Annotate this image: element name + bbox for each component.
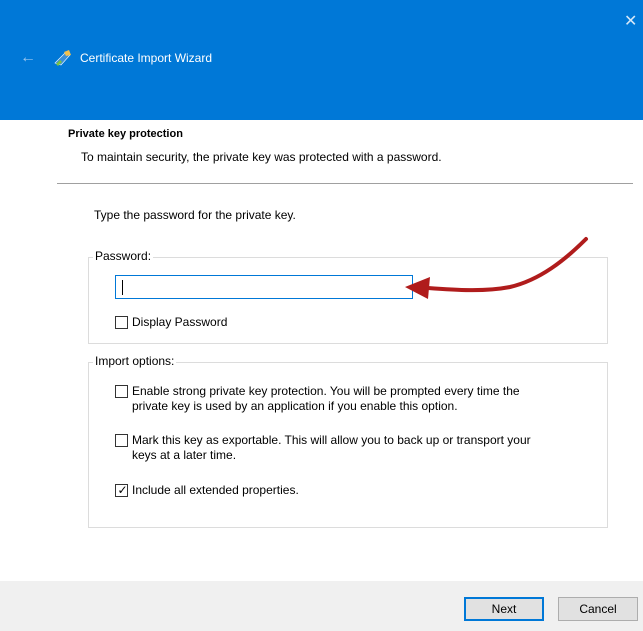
red-annotation-arrow (405, 237, 588, 299)
next-button[interactable]: Next (464, 597, 544, 621)
display-password-label: Display Password (132, 315, 228, 329)
extended-properties-checkbox[interactable]: ✓ (115, 483, 128, 497)
password-instruction: Type the password for the private key. (94, 208, 296, 222)
password-input[interactable] (115, 275, 413, 299)
certificate-wizard-icon (54, 50, 71, 66)
exportable-label-line2: keys at a later time. (132, 448, 237, 462)
import-options-legend: Import options: (93, 354, 177, 368)
header-divider (57, 183, 633, 184)
footer-bar (0, 581, 643, 631)
page-heading: Private key protection (68, 128, 183, 140)
strong-protection-label-line2: private key is used by an application if… (132, 399, 458, 413)
exportable-checkbox[interactable] (115, 434, 128, 447)
checkmark-icon: ✓ (117, 483, 128, 497)
display-password-checkbox[interactable] (115, 316, 128, 329)
strong-protection-label-line1: Enable strong private key protection. Yo… (132, 384, 520, 398)
cancel-button[interactable]: Cancel (558, 597, 638, 621)
strong-protection-checkbox[interactable] (115, 385, 128, 398)
window-title: Certificate Import Wizard (80, 51, 213, 65)
exportable-label-line1: Mark this key as exportable. This will a… (132, 433, 531, 447)
text-caret (122, 280, 123, 295)
extended-properties-label: Include all extended properties. (132, 483, 299, 497)
page-subheading: To maintain security, the private key wa… (81, 150, 442, 164)
title-bar: ← Certificate Import Wizard ✕ (0, 0, 643, 120)
close-icon[interactable]: ✕ (624, 14, 640, 30)
back-arrow-icon[interactable]: ← (20, 50, 36, 66)
password-legend: Password: (93, 249, 154, 263)
